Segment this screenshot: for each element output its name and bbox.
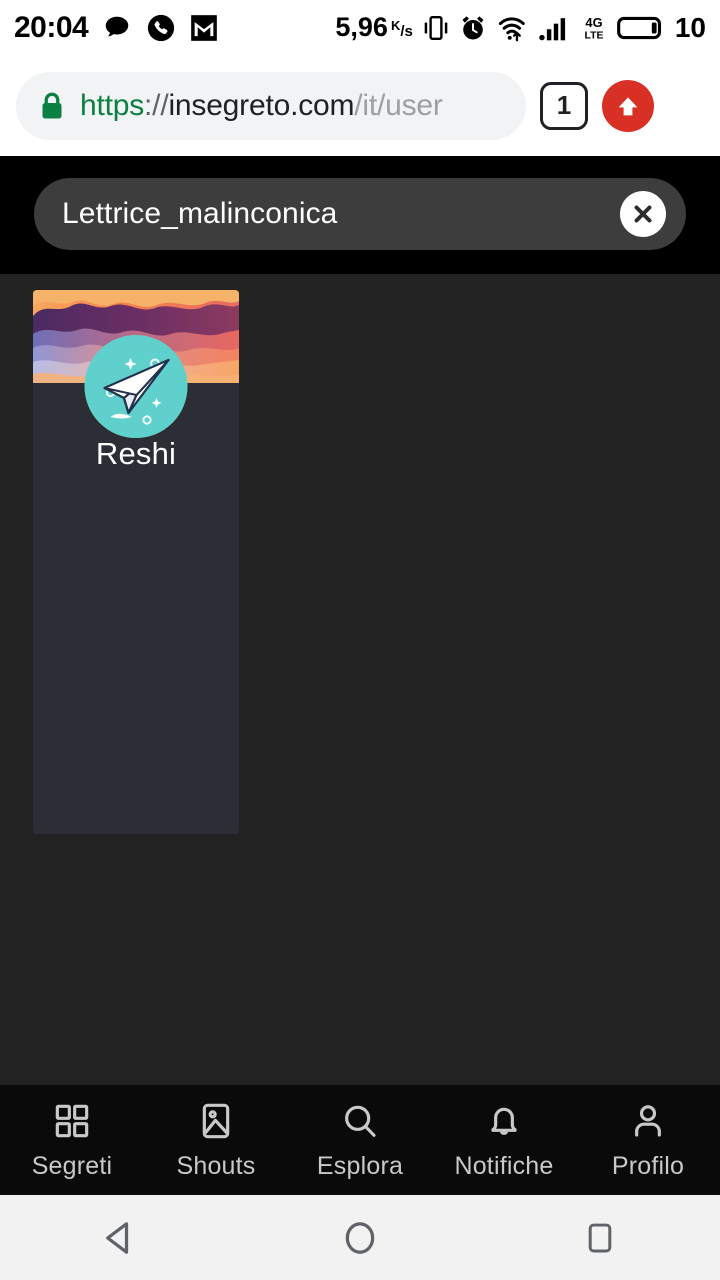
nav-label: Esplora	[316, 1151, 404, 1180]
svg-text:LTE: LTE	[584, 29, 603, 41]
gmail-icon	[190, 14, 218, 42]
android-system-nav	[0, 1195, 720, 1280]
close-icon[interactable]	[620, 191, 666, 237]
4glte-icon: 4G LTE	[581, 14, 607, 42]
grid-icon	[52, 1100, 92, 1142]
search-icon	[340, 1100, 380, 1142]
svg-text:4G: 4G	[585, 14, 602, 29]
phone-circle-icon	[146, 13, 176, 43]
status-bar-right: 5,96 K/s 4G LTE 10	[335, 12, 706, 44]
vibrate-icon	[423, 14, 449, 42]
url-separator: ://	[144, 88, 169, 122]
url-text: https://insegreto.com/it/user	[80, 89, 443, 123]
network-speed: 5,96 K/s	[335, 12, 413, 42]
nav-label: Profilo	[611, 1151, 685, 1180]
wifi-icon	[497, 14, 529, 42]
search-bar[interactable]: Lettrice_malinconica	[34, 178, 686, 250]
search-input[interactable]: Lettrice_malinconica	[62, 197, 610, 231]
bell-icon	[484, 1100, 524, 1142]
status-bar: 20:04 5,96 K/s 4G LTE 10	[0, 0, 720, 55]
image-icon	[196, 1100, 236, 1142]
tab-counter-button[interactable]: 1	[540, 81, 588, 130]
nav-item-esplora[interactable]: Esplora	[288, 1100, 432, 1181]
lock-icon	[38, 91, 66, 121]
nav-item-notifiche[interactable]: Notifiche	[432, 1100, 576, 1181]
battery-icon	[616, 14, 665, 42]
browser-toolbar: https://insegreto.com/it/user 1	[0, 55, 720, 156]
avatar	[84, 335, 188, 438]
url-host: insegreto.com	[168, 88, 355, 122]
nav-label: Shouts	[176, 1151, 256, 1180]
recents-square-icon[interactable]	[480, 1217, 720, 1259]
update-arrow-icon[interactable]	[602, 79, 654, 132]
nav-item-profilo[interactable]: Profilo	[576, 1100, 720, 1181]
nav-label: Notifiche	[454, 1151, 554, 1180]
nav-item-segreti[interactable]: Segreti	[0, 1100, 144, 1181]
home-circle-icon[interactable]	[240, 1215, 480, 1261]
list-item[interactable]: Reshi	[33, 290, 239, 834]
battery-level: 10	[674, 11, 706, 43]
url-omnibox[interactable]: https://insegreto.com/it/user	[16, 71, 526, 140]
alarm-icon	[459, 14, 487, 42]
phone-screen: 20:04 5,96 K/s 4G LTE 10 https://insegre…	[0, 0, 720, 1280]
signal-bars-icon	[539, 14, 571, 42]
message-bubble-icon	[102, 13, 132, 43]
user-results-grid: Reshi	[0, 274, 720, 834]
bottom-navigation: Segreti Shouts Esplora Notifiche Profilo	[0, 1085, 720, 1195]
url-scheme: https	[80, 88, 145, 122]
status-clock: 20:04	[14, 10, 89, 44]
app-search-header: Lettrice_malinconica	[0, 156, 720, 274]
nav-label: Segreti	[31, 1151, 113, 1180]
status-bar-left: 20:04	[14, 11, 218, 45]
list-item-label: Reshi	[95, 436, 177, 471]
back-triangle-icon[interactable]	[0, 1215, 240, 1261]
url-path: /it/user	[354, 88, 443, 122]
nav-item-shouts[interactable]: Shouts	[144, 1100, 288, 1181]
person-icon	[628, 1100, 668, 1142]
